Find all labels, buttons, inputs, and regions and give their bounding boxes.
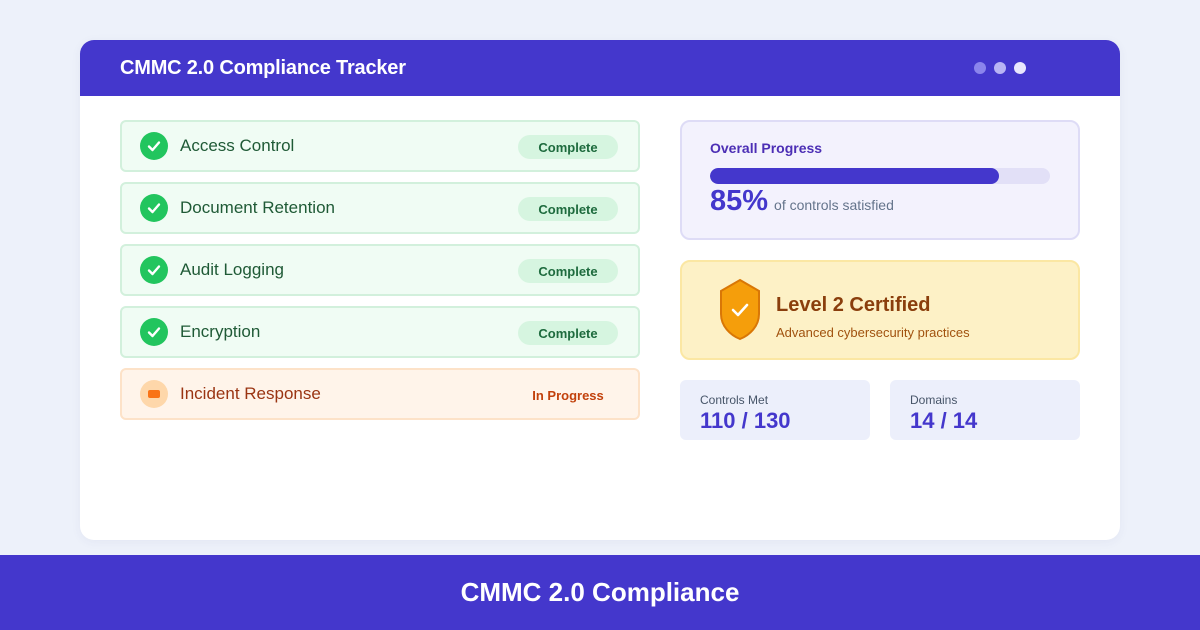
progress-percent: 85%: [710, 185, 769, 217]
check-circle-icon: [140, 256, 168, 284]
tracker-window: CMMC 2.0 Compliance Tracker Access Contr…: [80, 40, 1120, 540]
controls-list: Access Control Complete Document Retenti…: [120, 120, 640, 430]
progress-summary: 85% of controls satisfied: [710, 185, 1050, 218]
progress-caption: of controls satisfied: [774, 197, 894, 213]
control-item-audit-logging[interactable]: Audit Logging Complete: [120, 244, 640, 296]
status-badge: Complete: [518, 135, 618, 159]
stat-domains: Domains 14 / 14: [890, 380, 1080, 440]
status-badge: Complete: [518, 321, 618, 345]
overall-progress-card: Overall Progress 85% of controls satisfi…: [680, 120, 1080, 240]
status-badge: Complete: [518, 197, 618, 221]
status-badge: Complete: [518, 259, 618, 283]
control-label: Incident Response: [180, 384, 321, 403]
check-circle-icon: [140, 318, 168, 346]
window-dot-3[interactable]: [1014, 62, 1026, 74]
stat-value: 110 / 130: [700, 408, 791, 433]
window-dot-1[interactable]: [974, 62, 986, 74]
stat-label: Domains: [910, 393, 958, 407]
shield-check-icon: [718, 278, 762, 347]
status-badge: In Progress: [532, 387, 604, 403]
check-circle-icon: [140, 194, 168, 222]
check-circle-icon: [140, 132, 168, 160]
title-bar: CMMC 2.0 Compliance Tracker: [80, 40, 1120, 96]
footer-title: CMMC 2.0 Compliance: [460, 577, 740, 607]
control-label: Document Retention: [180, 198, 335, 217]
window-dot-2[interactable]: [994, 62, 1006, 74]
control-item-document-retention[interactable]: Document Retention Complete: [120, 182, 640, 234]
footer-banner: CMMC 2.0 Compliance: [0, 555, 1200, 630]
window-title: CMMC 2.0 Compliance Tracker: [120, 56, 406, 79]
control-label: Encryption: [180, 322, 261, 341]
progress-bar: [710, 168, 1050, 184]
certification-title: Level 2 Certified: [776, 294, 931, 316]
control-item-access-control[interactable]: Access Control Complete: [120, 120, 640, 172]
certification-card: Level 2 Certified Advanced cybersecurity…: [680, 260, 1080, 360]
stat-label: Controls Met: [700, 393, 769, 407]
control-item-incident-response[interactable]: Incident Response In Progress: [120, 368, 640, 420]
certification-subtitle: Advanced cybersecurity practices: [776, 325, 970, 340]
progress-bar-fill: [710, 168, 999, 184]
stat-value: 14 / 14: [910, 408, 978, 433]
control-label: Audit Logging: [180, 260, 284, 279]
pending-icon: [140, 380, 168, 408]
window-controls: [974, 62, 1026, 74]
control-label: Access Control: [180, 136, 295, 155]
progress-title: Overall Progress: [710, 140, 823, 156]
stat-controls-met: Controls Met 110 / 130: [680, 380, 870, 440]
control-item-encryption[interactable]: Encryption Complete: [120, 306, 640, 358]
